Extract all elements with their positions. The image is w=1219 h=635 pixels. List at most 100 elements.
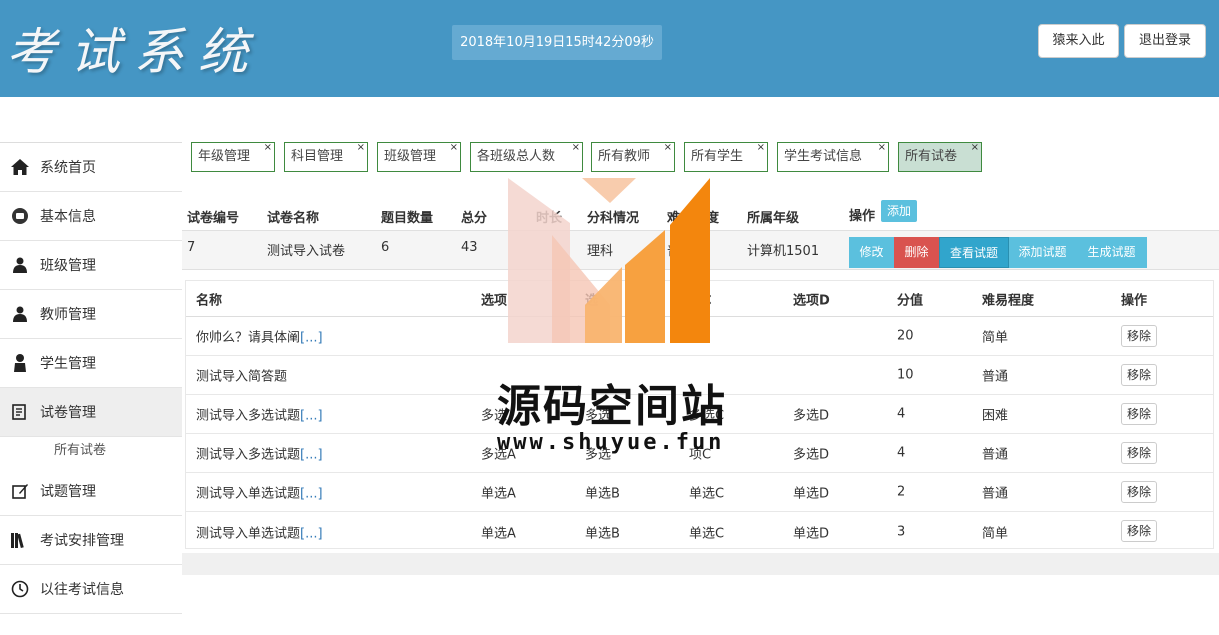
user-button[interactable]: 猿来入此 bbox=[1038, 24, 1119, 58]
question-text: 测试导入单选试题 bbox=[196, 486, 301, 502]
question-text: 测试导入多选试题 bbox=[196, 408, 301, 424]
question-text: 测试导入简答题 bbox=[196, 369, 288, 385]
close-icon[interactable]: × bbox=[450, 134, 458, 162]
option-d: 单选D bbox=[793, 526, 830, 541]
tab-label: 年级管理 bbox=[198, 149, 251, 164]
sidebar-item-label: 学生管理 bbox=[40, 356, 96, 372]
col-option-b: 选 bbox=[585, 293, 599, 308]
tab-all-papers[interactable]: 所有试卷 × bbox=[898, 142, 982, 172]
more-link[interactable]: [...] bbox=[300, 526, 323, 541]
tab-label: 所有试卷 bbox=[905, 149, 958, 164]
tab-subject[interactable]: 科目管理 × bbox=[284, 142, 368, 172]
remove-button[interactable]: 移除 bbox=[1121, 442, 1157, 464]
score: 3 bbox=[897, 524, 906, 539]
question-name: 测试导入多选试题[...] bbox=[196, 444, 323, 463]
sidebar-item-label: 试卷管理 bbox=[40, 405, 96, 421]
close-icon[interactable]: × bbox=[664, 134, 672, 162]
option-a: 单选A bbox=[481, 486, 516, 502]
level: 普通 bbox=[982, 486, 1009, 502]
level: 困难 bbox=[982, 408, 1009, 424]
paper-name: 测试导入试卷 bbox=[267, 244, 346, 259]
remove-button[interactable]: 移除 bbox=[1121, 481, 1157, 503]
paper-row: 7 测试导入试卷 6 43 理科 普 计算机1501 修改 删除 查看试题 添加… bbox=[182, 230, 1219, 270]
option-a: 单选A bbox=[481, 526, 516, 541]
score: 4 bbox=[897, 406, 906, 422]
option-d: 多选D bbox=[793, 447, 830, 463]
paper-difficulty: 普 bbox=[667, 244, 681, 259]
info-icon bbox=[10, 206, 30, 226]
more-link[interactable]: [...] bbox=[300, 409, 323, 424]
tab-label: 各班级总人数 bbox=[477, 149, 556, 164]
generate-questions-button[interactable]: 生成试题 bbox=[1076, 237, 1147, 268]
view-questions-button[interactable]: 查看试题 bbox=[939, 237, 1009, 268]
sidebar-item-exam-schedule[interactable]: 考试安排管理 bbox=[0, 516, 182, 565]
sidebar-item-home[interactable]: 系统首页 bbox=[0, 143, 182, 192]
pen-icon bbox=[10, 481, 30, 501]
sidebar-item-teacher[interactable]: 教师管理 bbox=[0, 290, 182, 339]
paper-total: 43 bbox=[461, 240, 478, 255]
more-link[interactable]: [...] bbox=[300, 487, 323, 502]
question-text: 你帅么？请具体阐 bbox=[196, 330, 301, 346]
question-name: 你帅么？请具体阐[...] bbox=[196, 327, 323, 346]
tab-teachers[interactable]: 所有教师 × bbox=[591, 142, 675, 172]
level: 普通 bbox=[982, 447, 1009, 463]
close-icon[interactable]: × bbox=[757, 134, 765, 162]
tab-label: 科目管理 bbox=[291, 149, 344, 164]
option-b: 单选B bbox=[585, 486, 620, 502]
sidebar-item-label: 试题管理 bbox=[40, 484, 96, 500]
add-question-button[interactable]: 添加试题 bbox=[1009, 237, 1076, 268]
sidebar-item-label: 以往考试信息 bbox=[40, 582, 124, 598]
remove-button[interactable]: 移除 bbox=[1121, 364, 1157, 386]
more-link[interactable]: [...] bbox=[300, 331, 323, 346]
tab-label: 所有学生 bbox=[691, 149, 744, 164]
edit-button[interactable]: 修改 bbox=[849, 237, 894, 268]
logout-button[interactable]: 退出登录 bbox=[1124, 24, 1206, 58]
sidebar-item-class[interactable]: 班级管理 bbox=[0, 241, 182, 290]
remove-button[interactable]: 移除 bbox=[1121, 403, 1157, 425]
option-d: 多选D bbox=[793, 408, 830, 424]
level: 简单 bbox=[982, 526, 1009, 541]
score: 20 bbox=[897, 328, 914, 344]
delete-button[interactable]: 删除 bbox=[894, 237, 939, 268]
sidebar-item-student[interactable]: 学生管理 bbox=[0, 339, 182, 388]
remove-button[interactable]: 移除 bbox=[1121, 520, 1157, 542]
close-icon[interactable]: × bbox=[971, 134, 979, 162]
question-name: 测试导入单选试题[...] bbox=[196, 522, 323, 541]
paper-table-header: 试卷编号 试卷名称 题目数量 总分 时长 分科情况 难易程度 所属年级 操作 添… bbox=[182, 200, 1219, 230]
col-name: 名称 bbox=[196, 293, 223, 308]
close-icon[interactable]: × bbox=[878, 134, 886, 162]
sidebar-item-basic-info[interactable]: 基本信息 bbox=[0, 192, 182, 241]
col-op: 操作 bbox=[1121, 293, 1148, 308]
paper-id: 7 bbox=[187, 240, 196, 255]
tab-grade[interactable]: 年级管理 × bbox=[191, 142, 275, 172]
remove-button[interactable]: 移除 bbox=[1121, 325, 1157, 347]
more-link[interactable]: [...] bbox=[300, 448, 323, 463]
question-text: 测试导入单选试题 bbox=[196, 526, 301, 541]
col-paper-name: 试卷名称 bbox=[267, 211, 320, 226]
close-icon[interactable]: × bbox=[264, 134, 272, 162]
table-row: 测试导入单选试题[...] 单选A 单选B 单选C 单选D 2 普通 移除 bbox=[186, 473, 1213, 512]
col-option-d: 选项D bbox=[793, 293, 830, 308]
tab-class[interactable]: 班级管理 × bbox=[377, 142, 461, 172]
option-c: 单选C bbox=[689, 486, 725, 502]
col-question-count: 题目数量 bbox=[381, 211, 434, 226]
sidebar-item-paper[interactable]: 试卷管理 bbox=[0, 388, 182, 437]
close-icon[interactable]: × bbox=[572, 134, 580, 162]
sidebar-item-history[interactable]: 以往考试信息 bbox=[0, 565, 182, 614]
option-c: 单选C bbox=[689, 526, 725, 541]
col-level: 难易程度 bbox=[982, 293, 1035, 308]
close-icon[interactable]: × bbox=[357, 134, 365, 162]
col-duration: 时长 bbox=[536, 211, 563, 226]
tab-students[interactable]: 所有学生 × bbox=[684, 142, 768, 172]
app-logo: 考试系统 bbox=[6, 23, 262, 81]
tab-exam-info[interactable]: 学生考试信息 × bbox=[777, 142, 889, 172]
sidebar-item-label: 考试安排管理 bbox=[40, 533, 124, 549]
sidebar-item-label: 基本信息 bbox=[40, 209, 96, 225]
paper-count: 6 bbox=[381, 240, 390, 255]
sidebar-item-question[interactable]: 试题管理 bbox=[0, 467, 182, 516]
add-paper-button[interactable]: 添加 bbox=[881, 200, 917, 222]
edit-icon bbox=[10, 402, 30, 422]
option-d: 单选D bbox=[793, 486, 830, 502]
tab-class-count[interactable]: 各班级总人数 × bbox=[470, 142, 583, 172]
sidebar-subitem-all-papers[interactable]: 所有试卷 bbox=[0, 438, 182, 463]
